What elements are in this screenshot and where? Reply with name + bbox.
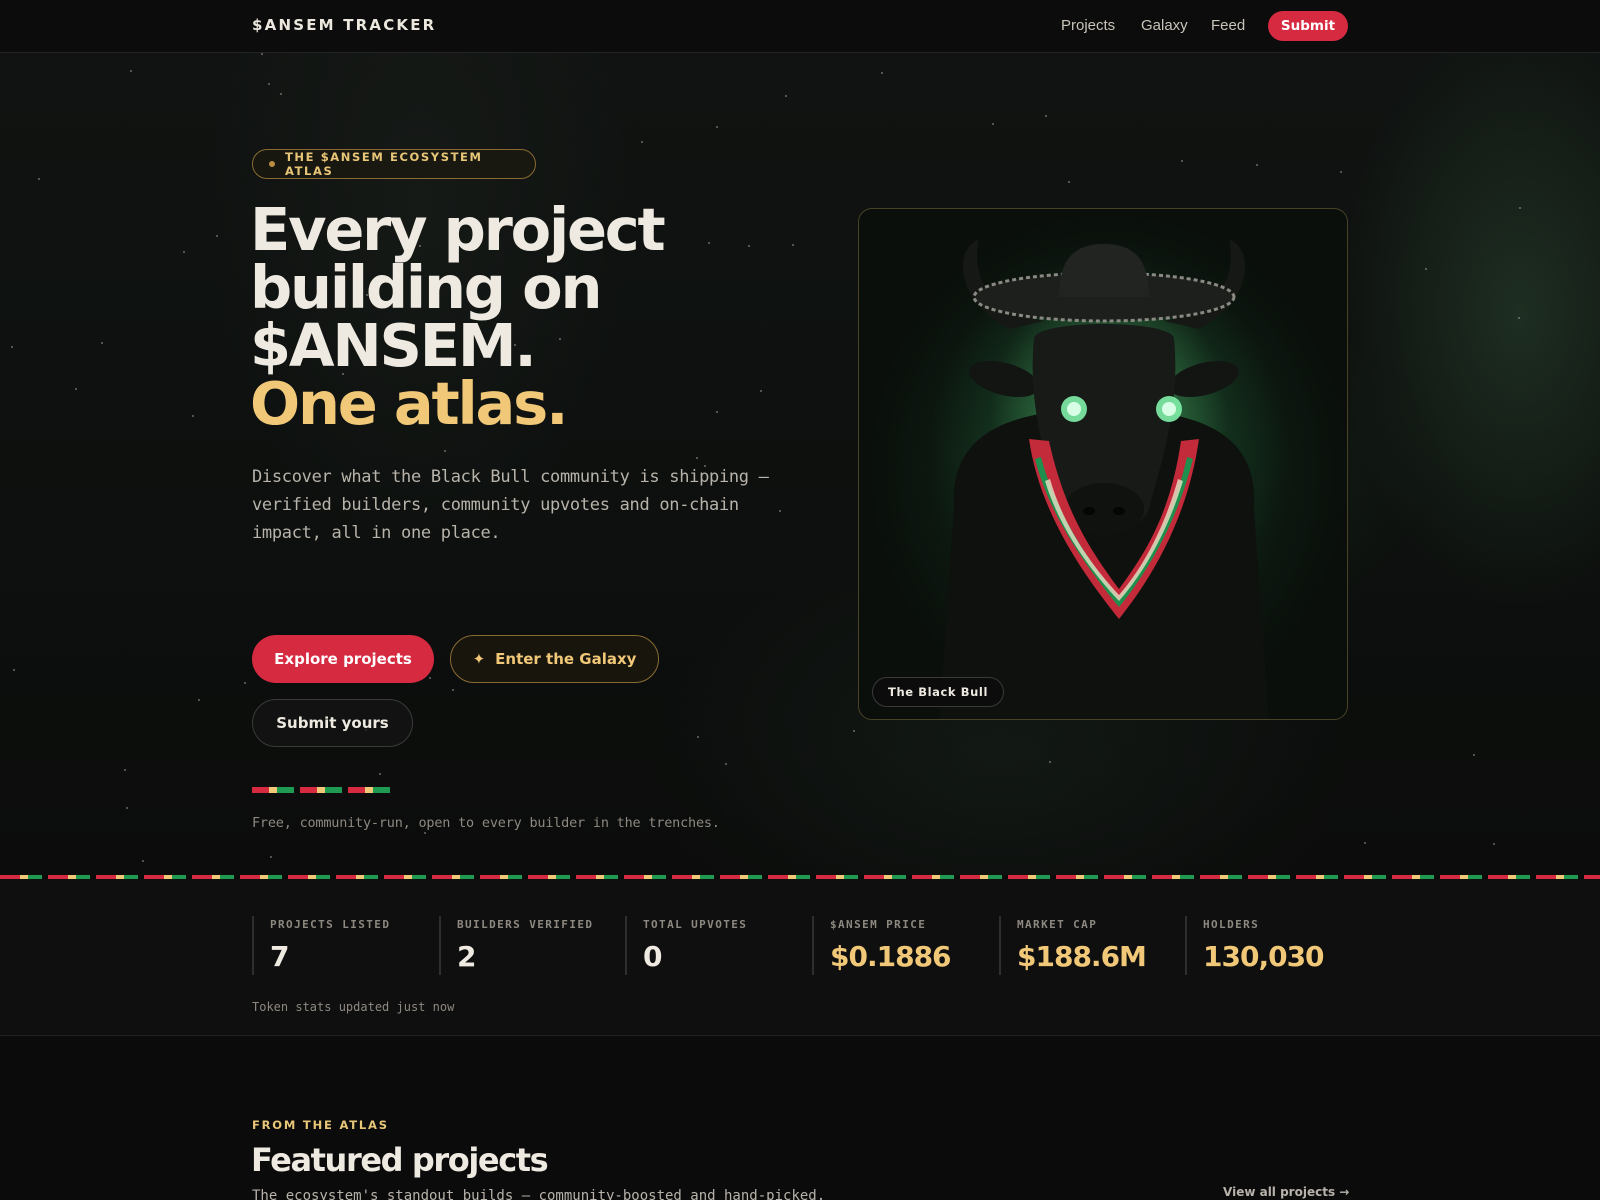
featured-eyebrow: FROM THE ATLAS [252,1118,389,1132]
star-dot [216,235,218,237]
star-dot [101,342,103,344]
tricolor-bar [252,787,294,793]
star-dot [1473,754,1475,756]
stat-label: BUILDERS VERIFIED [457,918,594,931]
nav-link-projects[interactable]: Projects [1061,17,1115,34]
star-dot [1049,761,1051,763]
hero-footnote: Free, community-run, open to every build… [252,815,720,831]
brand-logo[interactable]: $ANSEM TRACKER [252,16,436,34]
nav-link-feed[interactable]: Feed [1211,17,1245,34]
star-dot [1519,207,1521,209]
star-dot [130,70,132,72]
star-dot [424,832,426,834]
stat-market-cap: MARKET CAP $188.6M [999,916,1179,975]
featured-subtitle: The ecosystem's standout builds — commun… [252,1188,826,1200]
star-dot [379,773,381,775]
star-dot [38,178,40,180]
star-dot [725,763,727,765]
stat-value: 7 [270,940,289,973]
star-dot [444,450,446,452]
stat-label: HOLDERS [1203,918,1260,931]
hero-section: THE $ANSEM ECOSYSTEM ATLAS Every project… [0,53,1600,875]
stat-value: $188.6M [1017,940,1147,973]
star-dot [696,457,698,459]
view-all-projects-link[interactable]: View all projects → [1223,1185,1349,1199]
stat-label: TOTAL UPVOTES [643,918,748,931]
stat-value: 130,030 [1203,940,1325,973]
star-dot [268,83,270,85]
headline-accent: One atlas. [250,369,569,438]
badge-dot-icon [269,161,275,167]
enter-galaxy-label: Enter the Galaxy [495,650,637,668]
hero-eyebrow-text: THE $ANSEM ECOSYSTEM ATLAS [284,150,483,178]
stat-builders-verified: BUILDERS VERIFIED 2 [439,916,619,975]
star-dot [429,677,431,679]
stat-value: 2 [457,940,476,973]
star-dot [261,53,263,55]
star-dot [244,682,246,684]
black-bull-image-card: The Black Bull [858,208,1348,720]
hero-eyebrow-badge: THE $ANSEM ECOSYSTEM ATLAS [252,149,536,179]
hero-description: Discover what the Black Bull community i… [252,467,769,543]
star-dot [853,730,855,732]
stat-label: PROJECTS LISTED [270,918,391,931]
nav-link-galaxy[interactable]: Galaxy [1141,17,1188,34]
stat-label: MARKET CAP [1017,918,1098,931]
star-dot [1256,164,1258,166]
top-nav: $ANSEM TRACKER Projects Galaxy Feed Subm… [0,0,1600,53]
star-dot [183,251,185,253]
star-dot [1045,115,1047,117]
star-dot [992,123,994,125]
featured-section: FROM THE ATLAS Featured projects The eco… [0,1037,1600,1200]
stats-updated-note: Token stats updated just now [252,1000,455,1014]
nav-submit-button[interactable]: Submit [1268,11,1348,41]
stat-projects-listed: PROJECTS LISTED 7 [252,916,432,975]
star-dot [1340,171,1342,173]
explore-projects-button[interactable]: Explore projects [252,635,434,683]
hero-headline: Every project building on $ANSEM. One at… [250,195,810,438]
star-dot [280,93,282,95]
star-dot [142,860,144,862]
stat-label: $ANSEM PRICE [830,918,927,931]
image-caption-tag: The Black Bull [872,677,1005,707]
star-dot [11,346,13,348]
star-dot [716,126,718,128]
star-dot [1425,268,1427,270]
featured-title: Featured projects [251,1141,549,1179]
headline-line-2: building on [250,253,602,322]
star-dot [1181,160,1183,162]
headline-line-1: Every project [250,195,666,264]
stat-total-upvotes: TOTAL UPVOTES 0 [625,916,805,975]
star-dot [452,689,454,691]
stat-value: $0.1886 [830,940,952,973]
star-dot [697,736,699,738]
star-dot [881,72,883,74]
sparkle-icon: ✦ [472,650,486,668]
stat-holders: HOLDERS 130,030 [1185,916,1365,975]
stat-value: 0 [643,940,662,973]
star-dot [1364,842,1366,844]
stats-bar: PROJECTS LISTED 7 BUILDERS VERIFIED 2 TO… [0,879,1600,1036]
star-dot [192,415,194,417]
tricolor-bar [300,787,342,793]
star-dot [785,95,787,97]
star-dot [198,699,200,701]
submit-yours-button[interactable]: Submit yours [252,699,413,747]
star-dot [75,388,77,390]
tricolor-bar [348,787,390,793]
star-dot [641,141,643,143]
star-dot [126,807,128,809]
star-dot [124,769,126,771]
star-dot [13,669,15,671]
enter-galaxy-button[interactable]: ✦ Enter the Galaxy [450,635,659,683]
star-dot [1068,181,1070,183]
headline-line-3: $ANSEM. [250,311,537,380]
stat-ansem-price: $ANSEM PRICE $0.1886 [812,916,992,975]
star-dot [1518,317,1520,319]
star-dot [270,856,272,858]
black-bull-illustration [939,239,1269,719]
star-dot [1493,843,1495,845]
